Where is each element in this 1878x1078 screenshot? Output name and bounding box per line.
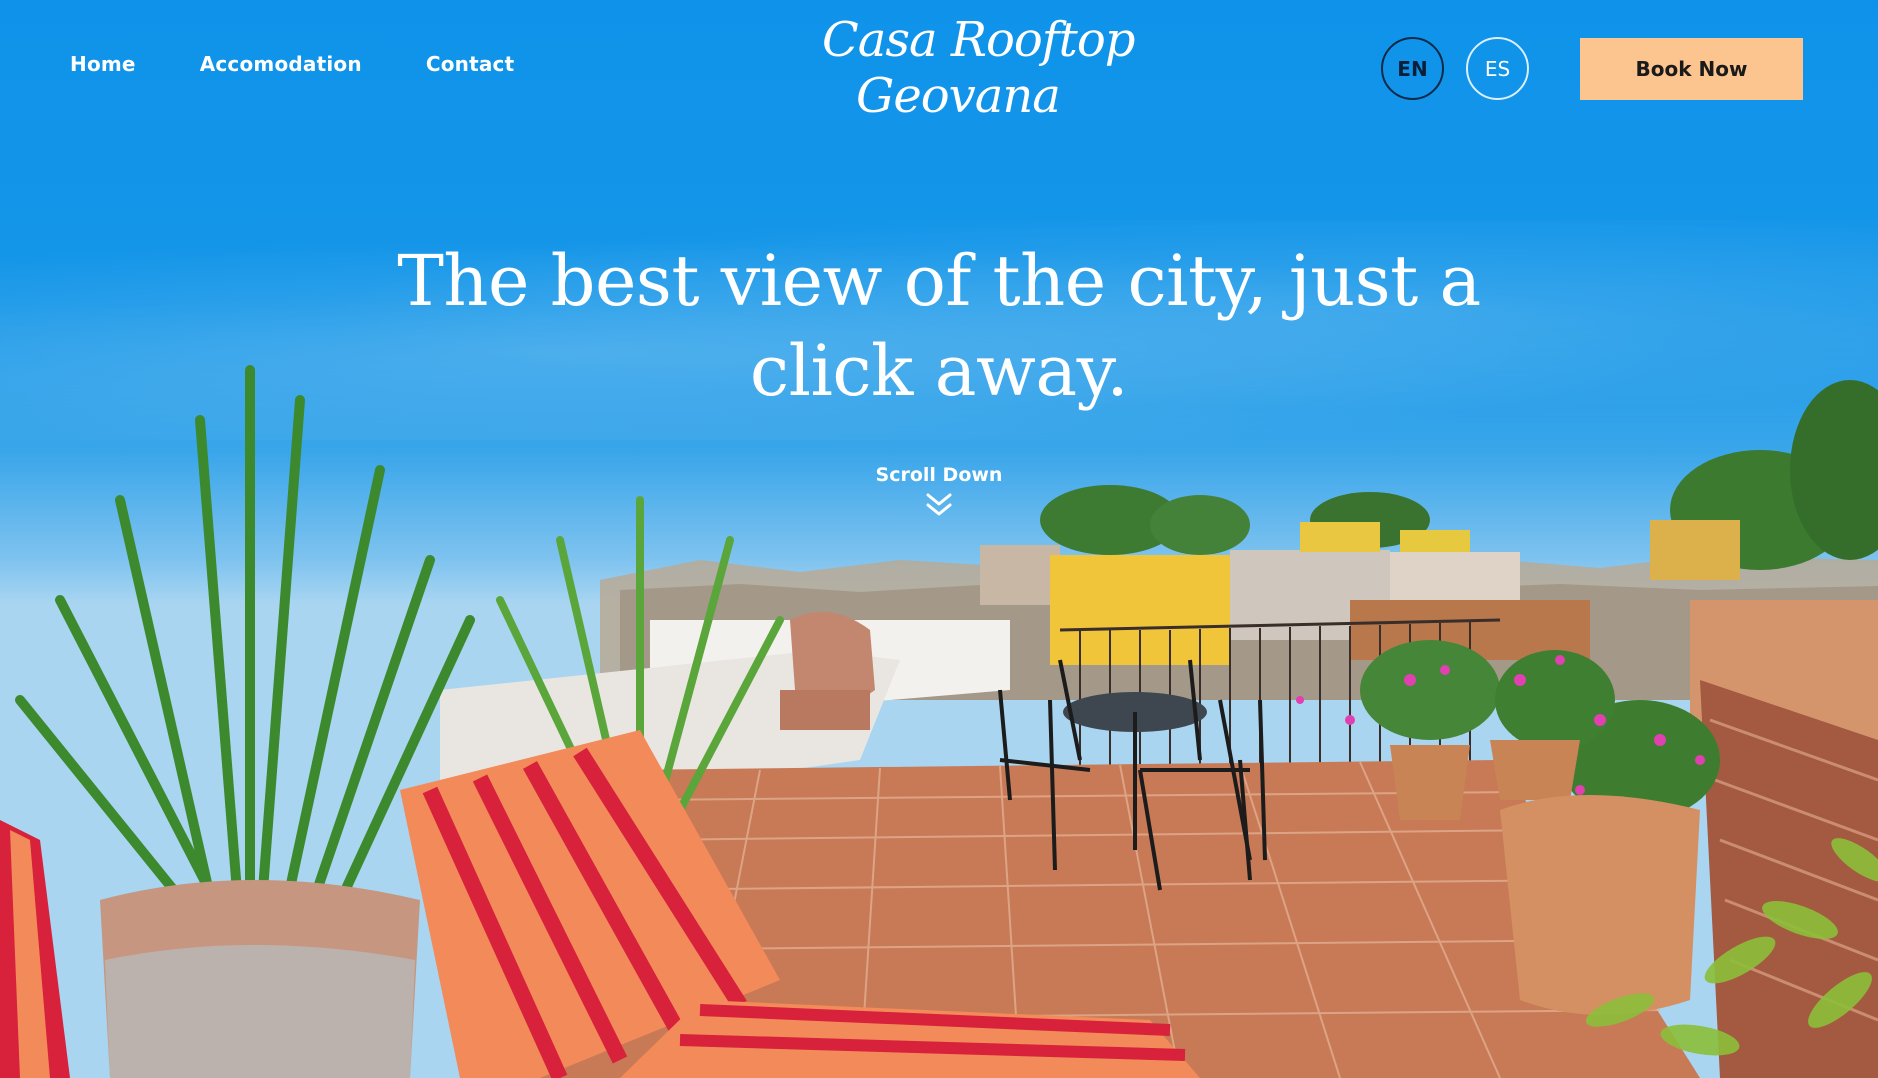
page: Home Accomodation Contact Casa Rooftop G… <box>0 0 1878 1078</box>
nav-accomodation-link[interactable]: Accomodation <box>200 52 362 76</box>
site-logo[interactable]: Casa Rooftop Geovana <box>822 10 1135 128</box>
nav-contact-link[interactable]: Contact <box>426 52 515 76</box>
language-en-button[interactable]: EN <box>1381 37 1444 100</box>
nav-home-link[interactable]: Home <box>70 52 136 76</box>
main-nav: Home Accomodation Contact <box>70 52 514 76</box>
scroll-down-link[interactable]: Scroll Down <box>839 464 1039 518</box>
hero-title: The best view of the city, just a click … <box>397 240 1481 412</box>
logo-line-1: Casa Rooftop <box>822 12 1135 68</box>
hero-background-image <box>0 365 1878 1078</box>
double-chevron-down-icon <box>926 493 952 516</box>
language-es-button[interactable]: ES <box>1466 37 1529 100</box>
book-now-button[interactable]: Book Now <box>1580 38 1803 100</box>
scroll-down-label: Scroll Down <box>875 464 1003 486</box>
logo-line-2: Geovana <box>856 68 1061 124</box>
